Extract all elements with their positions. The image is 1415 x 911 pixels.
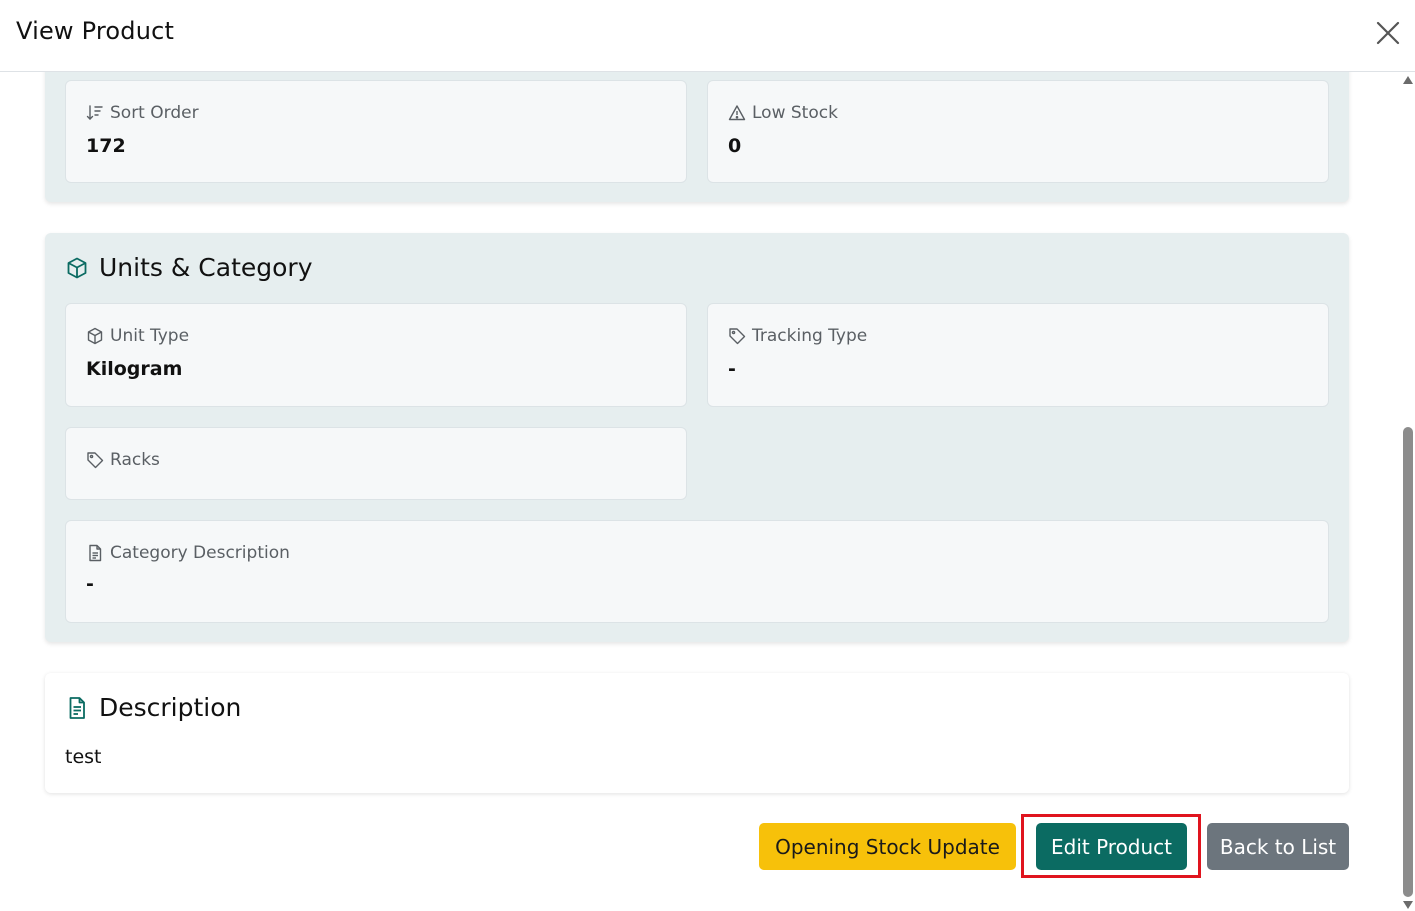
document-icon xyxy=(89,544,102,562)
sort-order-value: 172 xyxy=(86,135,126,157)
category-description-value: - xyxy=(86,573,94,595)
unit-type-card: Unit Type Kilogram xyxy=(65,303,687,407)
scrollbar[interactable] xyxy=(1400,72,1415,911)
low-stock-value: 0 xyxy=(728,135,742,157)
unit-type-value: Kilogram xyxy=(86,358,183,380)
scroll-down-arrow-icon[interactable] xyxy=(1403,901,1413,909)
category-description-label: Category Description xyxy=(110,543,290,563)
racks-label: Racks xyxy=(110,450,160,470)
tracking-type-value: - xyxy=(728,358,736,380)
category-description-card: Category Description - xyxy=(65,520,1329,623)
close-icon xyxy=(1376,21,1400,45)
opening-stock-update-button[interactable]: Opening Stock Update xyxy=(759,823,1016,870)
unit-type-label: Unit Type xyxy=(110,326,190,346)
units-category-section: Units & Category Unit Type Kilogram Trac… xyxy=(45,233,1349,642)
tag-icon xyxy=(87,452,104,469)
low-stock-label: Low Stock xyxy=(752,103,838,123)
scroll-thumb[interactable] xyxy=(1403,427,1413,897)
units-category-title: Units & Category xyxy=(99,253,313,282)
edit-product-button[interactable]: Edit Product xyxy=(1036,823,1187,870)
scroll-up-arrow-icon[interactable] xyxy=(1403,76,1413,84)
sort-order-card: Sort Order 172 xyxy=(65,80,687,183)
sort-descending-icon xyxy=(86,105,103,120)
tag-icon xyxy=(729,328,746,345)
cube-icon xyxy=(87,327,103,345)
modal-body[interactable]: Sort Order 172 Low Stock 0 Units & Categ… xyxy=(0,72,1415,911)
tracking-type-label: Tracking Type xyxy=(752,326,868,346)
stock-section: Sort Order 172 Low Stock 0 xyxy=(45,72,1349,202)
description-text: test xyxy=(65,746,102,768)
back-to-list-button[interactable]: Back to List xyxy=(1207,823,1349,870)
close-button[interactable] xyxy=(1374,19,1402,47)
tracking-type-card: Tracking Type - xyxy=(707,303,1329,407)
low-stock-card: Low Stock 0 xyxy=(707,80,1329,183)
sort-order-label: Sort Order xyxy=(110,103,199,123)
cube-icon xyxy=(67,257,87,278)
modal-header: View Product xyxy=(0,0,1415,72)
modal-title: View Product xyxy=(16,17,175,45)
document-icon xyxy=(69,696,85,719)
racks-card: Racks xyxy=(65,427,687,500)
description-title: Description xyxy=(99,693,242,722)
warning-triangle-icon xyxy=(728,105,746,121)
description-section: Description test xyxy=(45,673,1349,793)
